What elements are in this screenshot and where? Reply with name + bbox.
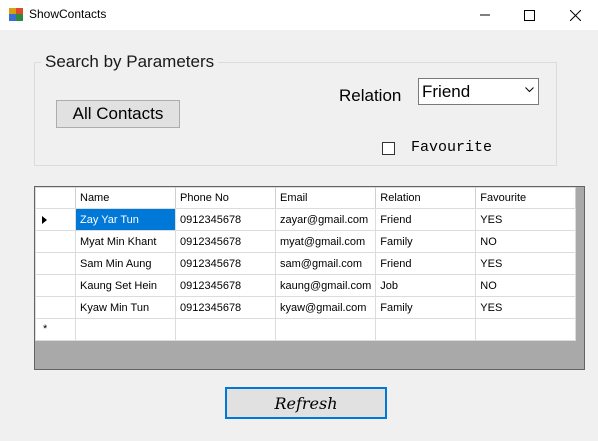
cell-relation[interactable]: Family <box>375 296 477 319</box>
cell-relation[interactable]: Friend <box>375 208 477 231</box>
cell-name[interactable]: Zay Yar Tun <box>75 208 176 231</box>
maximize-button[interactable] <box>506 0 552 30</box>
row-header[interactable] <box>35 208 76 231</box>
cell-favourite[interactable] <box>475 318 577 341</box>
row-header-corner[interactable] <box>35 187 76 209</box>
row-header[interactable] <box>35 296 76 319</box>
maximize-icon <box>523 9 535 21</box>
cell-email[interactable]: kaung@gmail.com <box>274 274 377 297</box>
grid-vertical-edge <box>576 187 584 369</box>
cell-relation[interactable]: Friend <box>375 252 477 275</box>
cell-name[interactable]: Sam Min Aung <box>75 252 176 275</box>
refresh-button[interactable]: Refresh <box>225 387 387 419</box>
cell-relation[interactable]: Job <box>375 274 477 297</box>
table-row[interactable]: Sam Min Aung 0912345678 sam@gmail.com Fr… <box>35 252 577 275</box>
all-contacts-button[interactable]: All Contacts <box>56 100 180 128</box>
cell-name[interactable]: Kyaw Min Tun <box>75 296 176 319</box>
cell-phone[interactable]: 0912345678 <box>175 208 276 231</box>
column-header-name[interactable]: Name <box>75 187 176 209</box>
cell-phone[interactable]: 0912345678 <box>175 296 276 319</box>
contacts-grid[interactable]: Name Phone No Email Relation Favourite Z… <box>34 186 585 370</box>
app-icon <box>9 8 23 21</box>
cell-email[interactable]: kyaw@gmail.com <box>274 296 377 319</box>
column-header-email[interactable]: Email <box>274 187 377 209</box>
relation-selected-value: Friend <box>422 82 471 101</box>
close-icon <box>569 9 581 21</box>
cell-favourite[interactable]: YES <box>475 208 577 231</box>
row-header[interactable] <box>35 274 76 297</box>
column-header-favourite[interactable]: Favourite <box>475 187 577 209</box>
favourite-label[interactable]: Favourite <box>411 139 492 156</box>
cell-relation[interactable]: Family <box>375 230 477 253</box>
cell-email[interactable]: zayar@gmail.com <box>274 208 377 231</box>
close-button[interactable] <box>552 0 598 30</box>
search-group-title: Search by Parameters <box>41 52 219 72</box>
cell-name[interactable]: Kaung Set Hein <box>75 274 176 297</box>
cell-phone[interactable] <box>175 318 276 341</box>
cell-favourite[interactable]: NO <box>475 274 577 297</box>
cell-phone[interactable]: 0912345678 <box>175 274 276 297</box>
row-header[interactable] <box>35 252 76 275</box>
cell-phone[interactable]: 0912345678 <box>175 230 276 253</box>
cell-email[interactable]: sam@gmail.com <box>274 252 377 275</box>
table-row[interactable]: Myat Min Khant 0912345678 myat@gmail.com… <box>35 230 577 253</box>
cell-name[interactable] <box>75 318 176 341</box>
current-row-arrow-icon <box>42 216 47 224</box>
new-row[interactable]: * <box>35 318 577 341</box>
column-header-phone[interactable]: Phone No <box>175 187 276 209</box>
cell-relation[interactable] <box>375 318 477 341</box>
relation-label: Relation <box>339 86 402 105</box>
cell-email[interactable] <box>274 318 377 341</box>
cell-favourite[interactable]: YES <box>475 252 577 275</box>
minimize-button[interactable] <box>462 0 508 30</box>
relation-dropdown[interactable]: Friend <box>418 78 539 105</box>
minimize-icon <box>480 14 490 16</box>
cell-favourite[interactable]: YES <box>475 296 577 319</box>
column-header-relation[interactable]: Relation <box>375 187 477 209</box>
row-header[interactable]: * <box>35 318 76 341</box>
favourite-checkbox[interactable] <box>382 142 395 155</box>
cell-favourite[interactable]: NO <box>475 230 577 253</box>
contacts-table: Name Phone No Email Relation Favourite Z… <box>35 187 577 341</box>
new-row-marker: * <box>43 323 48 335</box>
cell-phone[interactable]: 0912345678 <box>175 252 276 275</box>
grid-header-row: Name Phone No Email Relation Favourite <box>35 187 577 209</box>
table-row[interactable]: Kyaw Min Tun 0912345678 kyaw@gmail.com F… <box>35 296 577 319</box>
table-row[interactable]: Zay Yar Tun 0912345678 zayar@gmail.com F… <box>35 208 577 231</box>
cell-name[interactable]: Myat Min Khant <box>75 230 176 253</box>
chevron-down-icon <box>525 87 534 93</box>
cell-email[interactable]: myat@gmail.com <box>274 230 377 253</box>
window-title: ShowContacts <box>29 7 107 21</box>
row-header[interactable] <box>35 230 76 253</box>
table-row[interactable]: Kaung Set Hein 0912345678 kaung@gmail.co… <box>35 274 577 297</box>
title-bar: ShowContacts <box>0 0 598 30</box>
